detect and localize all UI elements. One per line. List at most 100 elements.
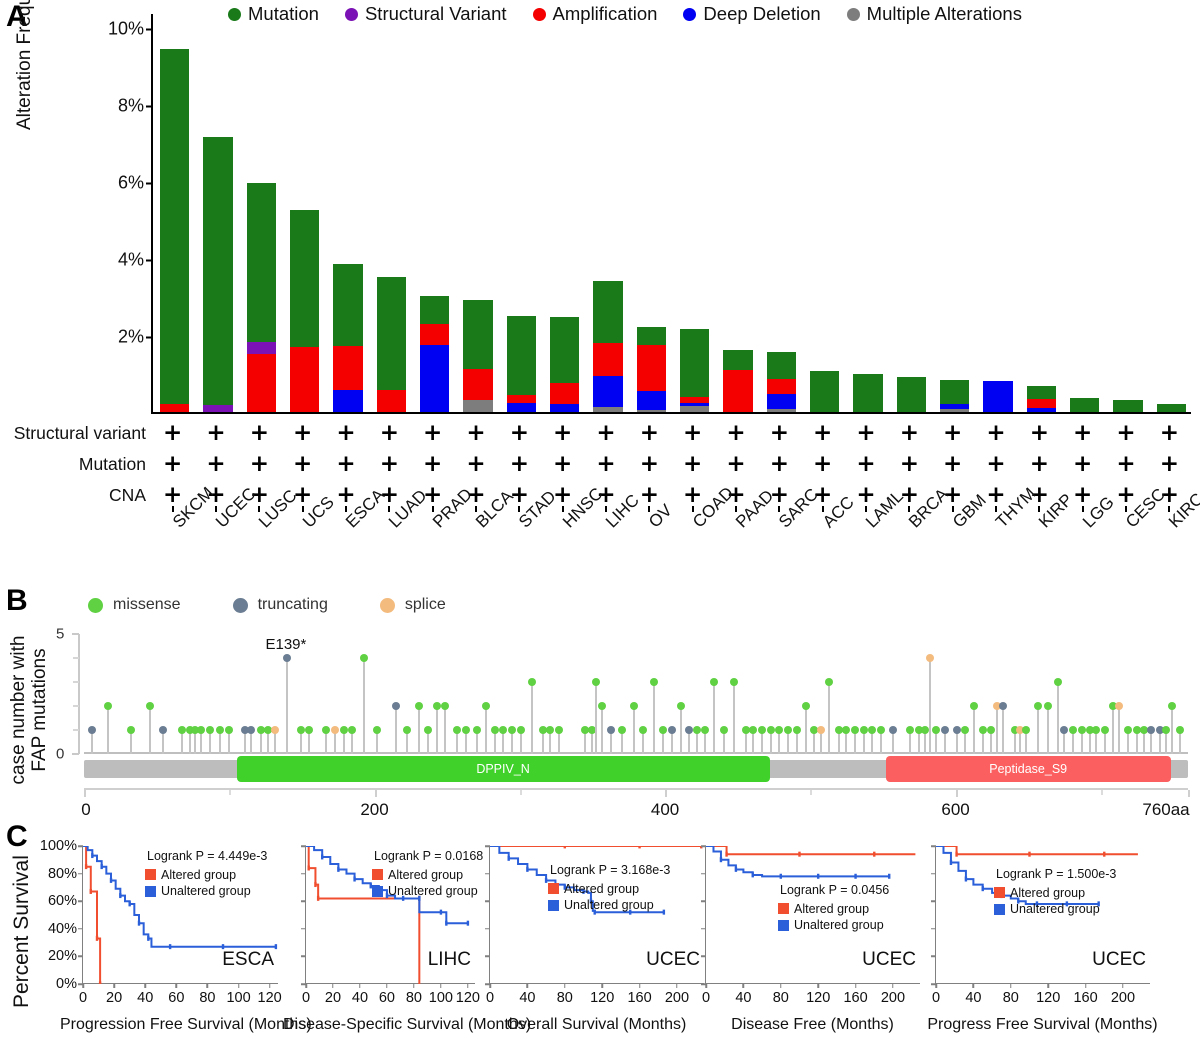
lollipop-marker[interactable]	[667, 726, 676, 754]
lollipop-marker[interactable]	[185, 726, 194, 754]
lollipop-marker[interactable]	[730, 678, 739, 754]
lollipop-marker[interactable]	[999, 702, 1008, 754]
lollipop-marker[interactable]	[224, 726, 233, 754]
lollipop-marker[interactable]	[1044, 702, 1053, 754]
bar-skcm[interactable]	[159, 48, 190, 412]
bar-lusc[interactable]	[246, 183, 277, 412]
lollipop-marker[interactable]	[481, 702, 490, 754]
lollipop-marker[interactable]	[330, 726, 339, 754]
lollipop-marker[interactable]	[650, 678, 659, 754]
bar-ucs[interactable]	[289, 210, 320, 412]
lollipop-marker[interactable]	[197, 726, 206, 754]
lollipop-marker[interactable]	[952, 726, 961, 754]
lollipop-marker[interactable]	[1132, 726, 1141, 754]
lollipop-marker[interactable]	[810, 726, 819, 754]
lollipop-marker[interactable]	[191, 726, 200, 754]
lollipop-marker[interactable]	[638, 726, 647, 754]
protein-domain-dppiv_n[interactable]: DPPIV_N	[236, 756, 770, 782]
lollipop-marker[interactable]	[528, 678, 537, 754]
lollipop-marker[interactable]	[859, 726, 868, 754]
lollipop-marker[interactable]	[127, 726, 136, 754]
lollipop-marker[interactable]	[824, 678, 833, 754]
lollipop-marker[interactable]	[685, 726, 694, 754]
lollipop-marker[interactable]	[993, 702, 1002, 754]
lollipop-marker[interactable]	[978, 726, 987, 754]
lollipop-marker[interactable]	[538, 726, 547, 754]
bar-acc[interactable]	[809, 370, 840, 412]
lollipop-marker[interactable]	[906, 726, 915, 754]
lollipop-marker[interactable]	[282, 654, 291, 754]
lollipop-marker[interactable]	[88, 726, 97, 754]
lollipop-marker[interactable]	[348, 726, 357, 754]
lollipop-marker[interactable]	[970, 702, 978, 754]
bar-kirp[interactable]	[1026, 386, 1057, 412]
lollipop-marker[interactable]	[339, 726, 348, 754]
lollipop-marker[interactable]	[216, 726, 225, 754]
lollipop-marker[interactable]	[1167, 702, 1176, 754]
lollipop-marker[interactable]	[415, 702, 424, 754]
lollipop-marker[interactable]	[304, 726, 313, 754]
lollipop-marker[interactable]	[146, 702, 155, 754]
lollipop-marker[interactable]	[1147, 726, 1156, 754]
bar-paad[interactable]	[723, 349, 753, 412]
lollipop-marker[interactable]	[297, 726, 306, 754]
lollipop-marker[interactable]	[842, 726, 851, 754]
lollipop-marker[interactable]	[240, 726, 249, 754]
lollipop-marker[interactable]	[692, 726, 701, 754]
lollipop-marker[interactable]	[580, 726, 589, 754]
lollipop-marker[interactable]	[1161, 726, 1170, 754]
lollipop-marker[interactable]	[461, 726, 470, 754]
lollipop-marker[interactable]	[792, 726, 801, 754]
lollipop-marker[interactable]	[452, 726, 461, 754]
lollipop-marker[interactable]	[741, 726, 750, 754]
lollipop-marker[interactable]	[834, 726, 843, 754]
bar-lgg[interactable]	[1069, 398, 1100, 412]
bar-cesc[interactable]	[1113, 399, 1143, 412]
lollipop-marker[interactable]	[441, 702, 450, 754]
lollipop-marker[interactable]	[256, 726, 265, 754]
lollipop-marker[interactable]	[701, 726, 710, 754]
bar-ucec[interactable]	[203, 136, 233, 412]
bar-coad[interactable]	[679, 328, 710, 412]
bar-laml[interactable]	[853, 373, 883, 412]
lollipop-marker[interactable]	[659, 726, 668, 754]
lollipop-marker[interactable]	[784, 726, 793, 754]
lollipop-marker[interactable]	[850, 726, 859, 754]
lollipop-marker[interactable]	[775, 726, 784, 754]
lollipop-marker[interactable]	[391, 702, 400, 754]
lollipop-marker[interactable]	[1139, 726, 1148, 754]
bar-prad[interactable]	[419, 295, 450, 412]
lollipop-marker[interactable]	[271, 726, 280, 754]
lollipop-marker[interactable]	[888, 726, 897, 754]
lollipop-marker[interactable]	[926, 654, 935, 754]
bar-sarc[interactable]	[766, 352, 797, 412]
lollipop-marker[interactable]	[372, 726, 381, 754]
lollipop-marker[interactable]	[473, 726, 482, 754]
lollipop-marker[interactable]	[432, 702, 441, 754]
lollipop-marker[interactable]	[618, 726, 627, 754]
lollipop-marker[interactable]	[1068, 726, 1077, 754]
lollipop-marker[interactable]	[1054, 678, 1063, 754]
lollipop-marker[interactable]	[1115, 702, 1124, 754]
lollipop-marker[interactable]	[877, 726, 886, 754]
lollipop-marker[interactable]	[1123, 726, 1132, 754]
lollipop-marker[interactable]	[868, 726, 877, 754]
lollipop-marker[interactable]	[423, 726, 432, 754]
lollipop-marker[interactable]	[1092, 726, 1101, 754]
lollipop-marker[interactable]	[322, 726, 331, 754]
lollipop-marker[interactable]	[932, 726, 941, 754]
lollipop-marker[interactable]	[545, 726, 554, 754]
lollipop-marker[interactable]	[630, 702, 639, 754]
lollipop-marker[interactable]	[1077, 726, 1086, 754]
lollipop-marker[interactable]	[516, 726, 525, 754]
bar-brca[interactable]	[896, 377, 927, 412]
lollipop-marker[interactable]	[178, 726, 187, 754]
lollipop-marker[interactable]	[914, 726, 923, 754]
bar-stad[interactable]	[506, 316, 537, 412]
lollipop-marker[interactable]	[1060, 726, 1069, 754]
lollipop-marker[interactable]	[587, 726, 596, 754]
lollipop-marker[interactable]	[499, 726, 508, 754]
lollipop-marker[interactable]	[676, 702, 685, 754]
lollipop-marker[interactable]	[801, 702, 810, 754]
lollipop-marker[interactable]	[598, 702, 607, 754]
